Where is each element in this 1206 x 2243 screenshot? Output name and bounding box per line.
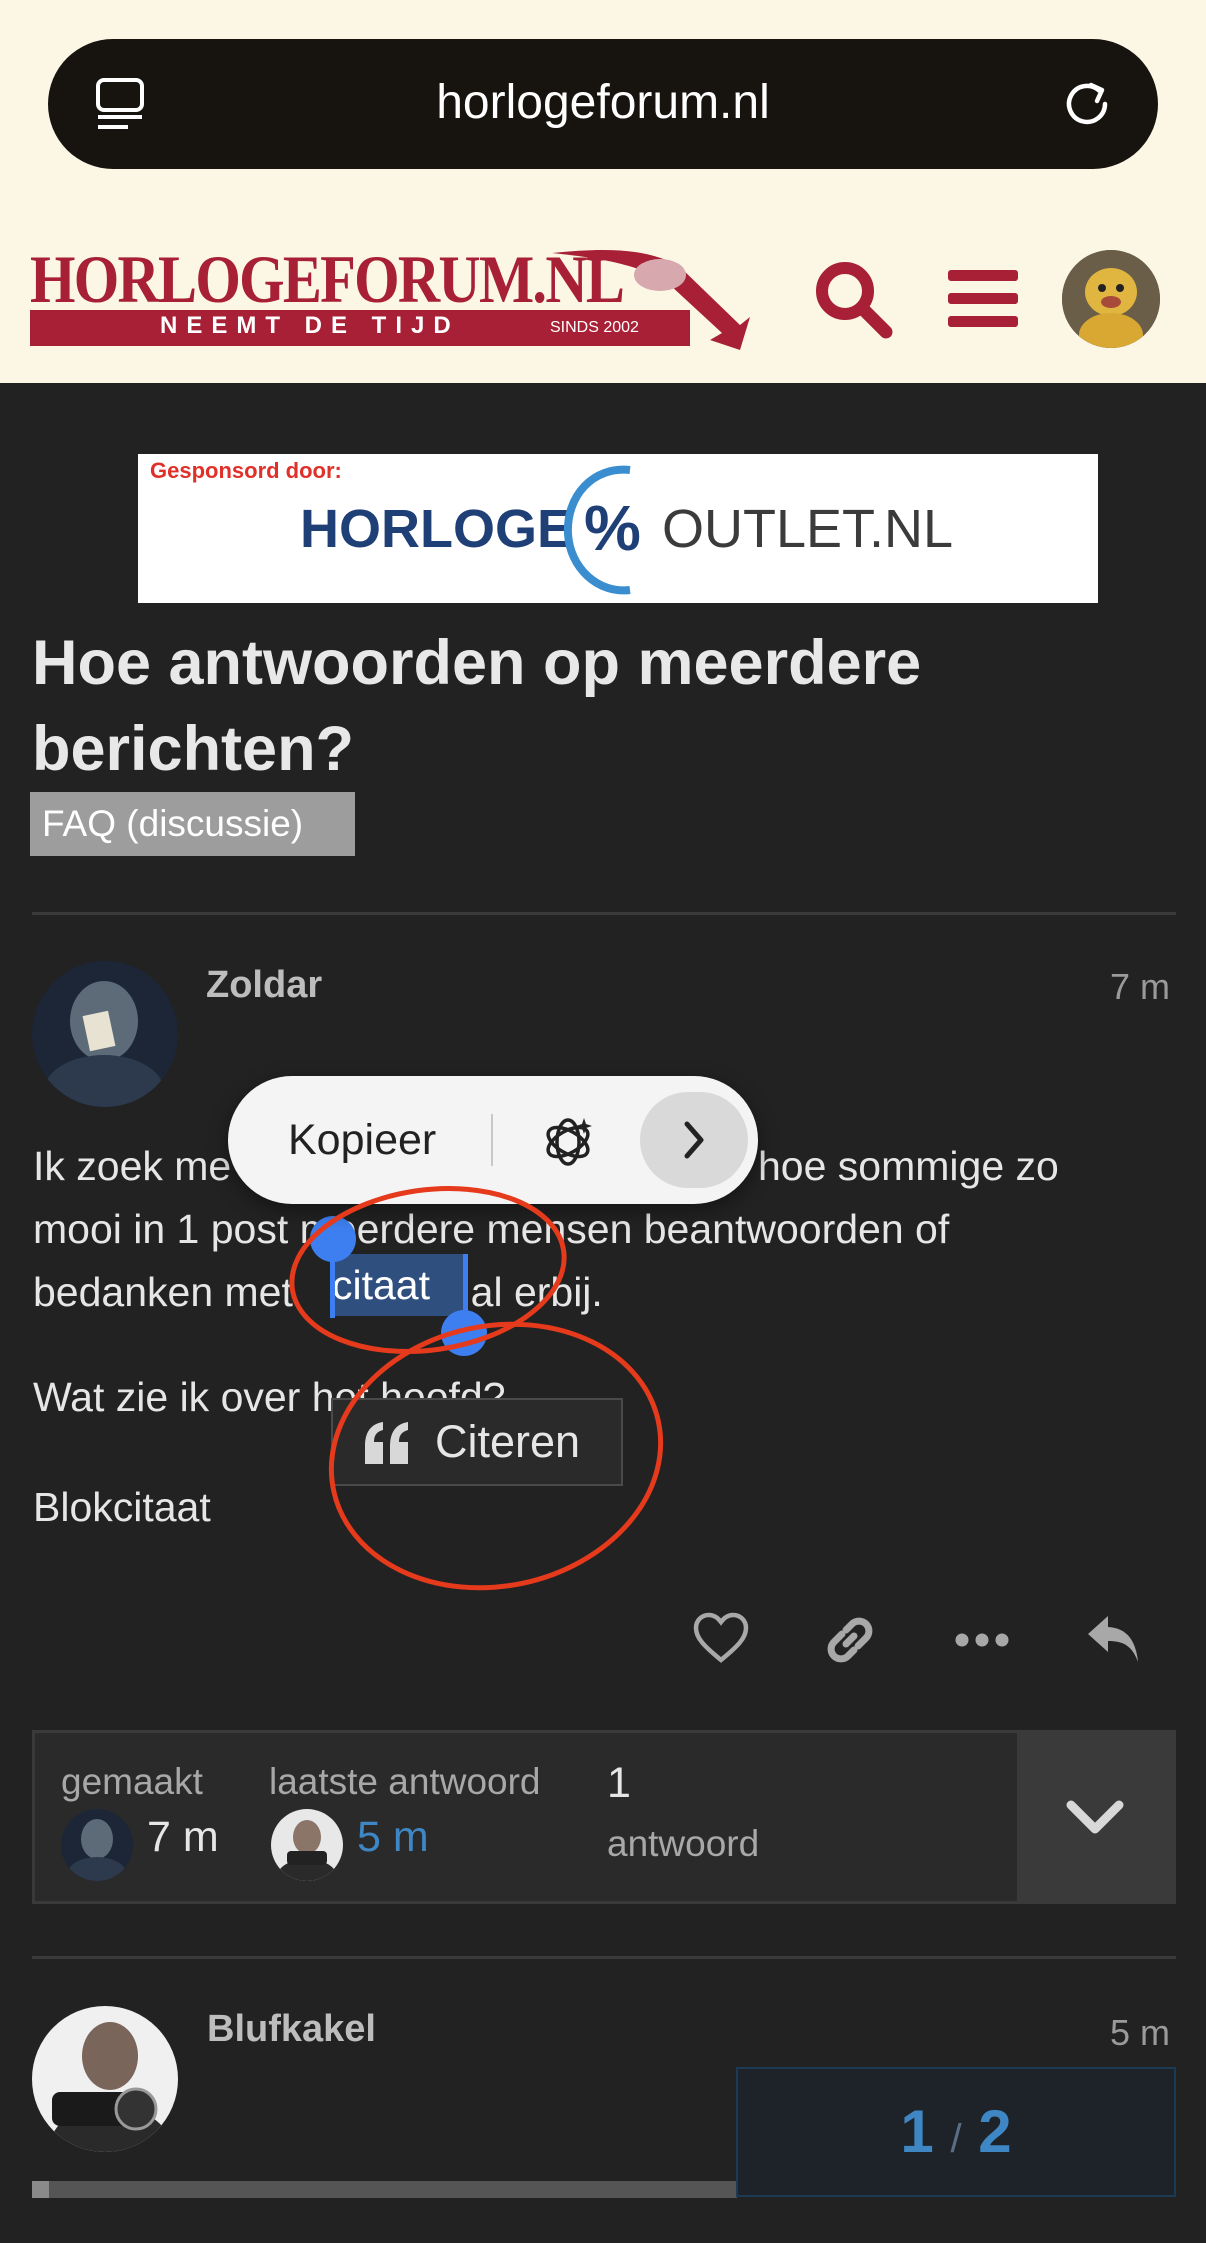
post-text-line: hoe sommige zo	[758, 1143, 1059, 1189]
post-text-segment: bedanken met	[33, 1269, 305, 1315]
post-username[interactable]: Zoldar	[206, 964, 322, 1007]
progress-total: 2	[978, 2098, 1012, 2165]
svg-text:%: %	[584, 492, 641, 564]
post-text-line: Ik zoek me	[33, 1143, 232, 1189]
expand-topic-map-button[interactable]	[1017, 1733, 1173, 1901]
timeline-progress-track	[32, 2181, 737, 2198]
reply-icon[interactable]	[1084, 1612, 1142, 1666]
post-text-line: Blokcitaat	[33, 1484, 211, 1530]
url-text[interactable]: horlogeforum.nl	[48, 75, 1158, 130]
link-icon[interactable]	[822, 1612, 878, 1668]
menu-separator	[491, 1114, 493, 1166]
user-avatar[interactable]	[1062, 250, 1160, 348]
progress-text: 1 / 2	[738, 2097, 1174, 2166]
post-username[interactable]: Blufkakel	[207, 2008, 376, 2051]
topic-map: gemaakt 7 m laatste antwoord 5 m 1 antwo…	[32, 1730, 1176, 1904]
browser-url-bar[interactable]: horlogeforum.nl	[48, 39, 1158, 169]
sponsor-brand-left: HORLOGE	[300, 499, 574, 559]
logo-subtitle: NEEMT DE TIJD	[160, 312, 460, 339]
quote-button-label: Citeren	[435, 1416, 581, 1467]
search-icon[interactable]	[812, 258, 894, 340]
reload-icon[interactable]	[1058, 75, 1116, 133]
post-timestamp[interactable]: 7 m	[1110, 966, 1170, 1008]
chevron-down-icon	[1066, 1800, 1124, 1834]
copy-button[interactable]: Kopieer	[288, 1116, 436, 1165]
quote-icon	[365, 1422, 408, 1464]
post-text-line: mooi in 1 post meerdere mensen beantwoor…	[33, 1206, 950, 1252]
replies-count: 1	[607, 1759, 631, 1807]
progress-current: 1	[900, 2098, 934, 2165]
last-reply-time[interactable]: 5 m	[357, 1813, 429, 1862]
created-label: gemaakt	[61, 1761, 203, 1802]
creator-avatar[interactable]	[61, 1809, 133, 1881]
sponsor-label: Gesponsord door:	[150, 458, 342, 483]
divider	[32, 1956, 1176, 1959]
logo-swoosh-icon	[552, 249, 750, 350]
sponsor-brand-right: OUTLET.NL	[662, 499, 954, 559]
post-author-avatar[interactable]	[32, 961, 178, 1107]
progress-separator: /	[950, 2117, 962, 2161]
topic-progress-button[interactable]: 1 / 2	[736, 2067, 1176, 2197]
divider	[32, 912, 1176, 915]
chevron-right-icon	[684, 1121, 704, 1159]
created-time[interactable]: 7 m	[147, 1813, 219, 1862]
logo-title: HORLOGEFORUM.NL	[30, 241, 625, 317]
avatar-image	[61, 1809, 133, 1881]
last-reply-avatar[interactable]	[271, 1809, 343, 1881]
user-avatar-image	[1062, 250, 1160, 348]
post-timestamp[interactable]: 5 m	[1110, 2012, 1170, 2054]
quote-button[interactable]: Citeren	[331, 1398, 623, 1486]
site-header: horlogeforum.nl HORLOGEFORUM.NL NEEMT DE…	[0, 0, 1206, 383]
topic-title[interactable]: Hoe antwoorden op meerdere berichten?	[32, 620, 1172, 792]
avatar-image	[32, 961, 178, 1107]
timeline-progress-fill	[32, 2181, 49, 2198]
more-actions-icon[interactable]	[954, 1630, 1010, 1650]
avatar-image	[32, 2006, 178, 2152]
percent-logo-icon: %	[563, 465, 641, 595]
writing-tools-icon[interactable]	[540, 1114, 596, 1170]
text-selection-context-menu: Kopieer	[228, 1076, 758, 1204]
post-text-line: bedanken met citaat en al erbij.	[33, 1261, 603, 1324]
more-options-button[interactable]	[640, 1092, 748, 1188]
selection-end-handle[interactable]	[441, 1310, 487, 1356]
category-badge[interactable]: FAQ (discussie)	[30, 792, 355, 856]
replies-label: antwoord	[607, 1823, 760, 1864]
selection-start-handle[interactable]	[310, 1216, 356, 1262]
avatar-image	[271, 1809, 343, 1881]
selected-text[interactable]: citaat	[332, 1254, 430, 1317]
like-heart-icon[interactable]	[692, 1612, 750, 1664]
site-logo[interactable]: HORLOGEFORUM.NL NEEMT DE TIJD SINDS 2002	[30, 240, 750, 355]
post-author-avatar[interactable]	[32, 2006, 178, 2152]
sponsor-banner[interactable]: Gesponsord door: HORLOGE % OUTLET.NL	[138, 454, 1098, 603]
last-reply-label: laatste antwoord	[269, 1761, 541, 1802]
hamburger-menu-icon[interactable]	[946, 268, 1020, 330]
